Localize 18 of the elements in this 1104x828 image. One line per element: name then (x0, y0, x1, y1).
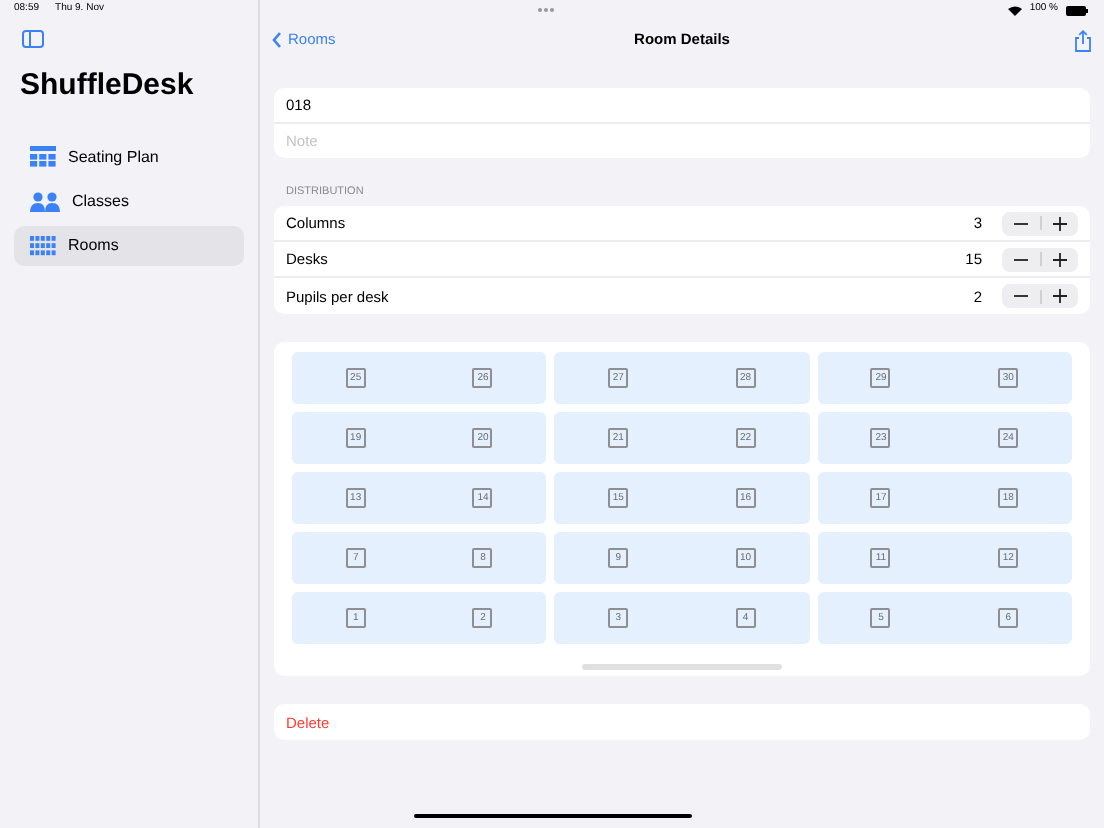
chevron-left-icon (272, 32, 282, 48)
share-icon[interactable] (1074, 29, 1092, 51)
stepper[interactable] (1002, 211, 1078, 236)
battery-icon (1066, 5, 1088, 15)
sidebar-item-label: Classes (72, 189, 129, 213)
wifi-icon (1007, 5, 1022, 15)
stepper[interactable] (1002, 247, 1078, 272)
stepper[interactable] (1002, 284, 1078, 309)
app-title: ShuffleDesk (18, 66, 196, 106)
sidebar-item[interactable]: Rooms (14, 225, 244, 265)
sidebar-item-label: Seating Plan (68, 145, 159, 169)
grid-icon (30, 146, 56, 168)
dot-grid-icon (30, 235, 56, 255)
people-icon (30, 191, 60, 211)
sidebar-item[interactable]: Classes (14, 181, 244, 221)
sidebar-toggle-icon[interactable] (22, 30, 44, 48)
sidebar-item[interactable]: Seating Plan (14, 137, 244, 177)
sidebar-item-label: Rooms (68, 233, 119, 257)
